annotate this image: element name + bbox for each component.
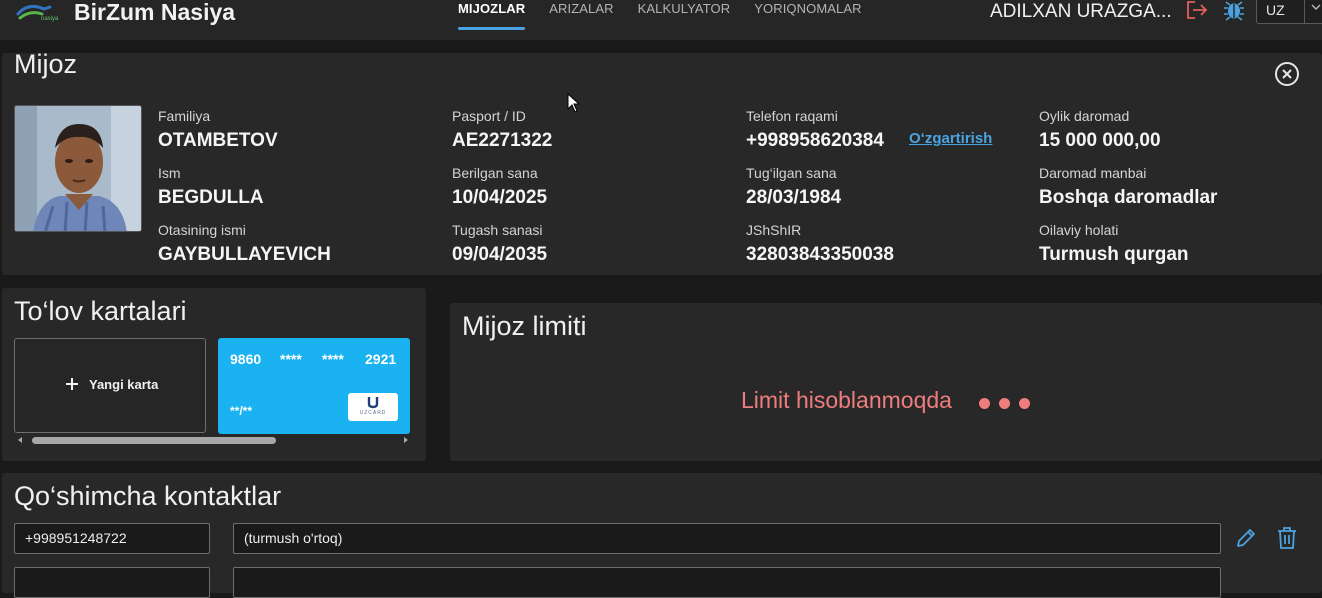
- limit-title: Mijoz limiti: [462, 311, 587, 341]
- field-pasport: Pasport / ID AE2271322: [452, 108, 552, 152]
- logo-caption: nasiya: [41, 16, 59, 22]
- logo[interactable]: nasiya: [14, 0, 59, 26]
- edit-contact-icon[interactable]: [1235, 527, 1257, 549]
- field-value: 32803843350038: [746, 244, 894, 265]
- uzcard-mark-icon: [367, 397, 379, 409]
- field-oylik-daromad: Oylik daromad 15 000 000,00: [1039, 108, 1161, 152]
- field-label: Telefon raqami: [746, 108, 838, 124]
- card-number-group: 2921: [365, 351, 397, 367]
- field-tugilgan-sana: Tug‘ilgan sana 28/03/1984: [746, 165, 841, 209]
- field-familiya: Familiya OTAMBETOV: [158, 108, 278, 152]
- language-value: UZ: [1266, 2, 1285, 18]
- nav-mijozlar[interactable]: MIJOZLAR: [458, 2, 526, 30]
- top-bar: nasiya BirZum Nasiya MIJOZLAR ARIZALAR K…: [0, 0, 1322, 41]
- limit-status: Limit hisoblanmoqda: [741, 387, 952, 413]
- edit-phone-link[interactable]: O‘zgartirish: [909, 130, 992, 147]
- scroll-left-icon[interactable]: [16, 436, 26, 444]
- card-expiry: **/**: [230, 404, 253, 418]
- field-value: OTAMBETOV: [158, 130, 278, 151]
- add-card-button[interactable]: Yangi karta: [14, 338, 206, 433]
- loading-dot: [1019, 398, 1030, 409]
- payment-cards-panel: To‘lov kartalari Yangi karta 9860 **** *…: [2, 288, 426, 461]
- uzcard-wordmark: UZCARD: [359, 410, 387, 416]
- bug-icon[interactable]: [1222, 0, 1246, 22]
- brand-title[interactable]: BirZum Nasiya: [74, 0, 235, 24]
- mouse-cursor-icon: [567, 93, 581, 113]
- contact-note-input[interactable]: [233, 567, 1221, 598]
- language-select[interactable]: UZ: [1256, 0, 1322, 24]
- contact-note-input[interactable]: (turmush o'rtoq): [233, 523, 1221, 554]
- field-value: Turmush qurgan: [1039, 244, 1189, 265]
- client-photo[interactable]: [14, 105, 142, 232]
- field-label: Oilaviy holati: [1039, 222, 1119, 238]
- field-ism: Ism BEGDULLA: [158, 165, 264, 209]
- client-limit-panel: Mijoz limiti Limit hisoblanmoqda: [450, 303, 1322, 461]
- field-label: Otasining ismi: [158, 222, 246, 238]
- field-otasining-ismi: Otasining ismi GAYBULLAYEVICH: [158, 222, 331, 266]
- loading-dot: [979, 398, 990, 409]
- scroll-right-icon[interactable]: [400, 436, 410, 444]
- additional-contacts-panel: Qo‘shimcha kontaktlar +998951248722 (tur…: [2, 473, 1322, 598]
- cards-title: To‘lov kartalari: [14, 296, 187, 326]
- logout-icon[interactable]: [1185, 0, 1209, 20]
- add-card-label: Yangi karta: [89, 377, 159, 392]
- field-label: Tugash sanasi: [452, 222, 543, 238]
- main-nav: MIJOZLAR ARIZALAR KALKULYATOR YORIQNOMAL…: [458, 2, 886, 30]
- field-label: Tug‘ilgan sana: [746, 165, 837, 181]
- contacts-title: Qo‘shimcha kontaktlar: [14, 481, 282, 511]
- field-value: GAYBULLAYEVICH: [158, 244, 331, 265]
- field-jshshir: JShShIR 32803843350038: [746, 222, 894, 266]
- field-label: Berilgan sana: [452, 165, 538, 181]
- nav-yoriqnomalar[interactable]: YORIQNOMALAR: [754, 2, 861, 16]
- plus-icon: [66, 378, 78, 390]
- field-label: Daromad manbai: [1039, 165, 1147, 181]
- close-icon[interactable]: [1274, 61, 1300, 87]
- field-tugash-sanasi: Tugash sanasi 09/04/2035: [452, 222, 547, 266]
- card-number-group: 9860: [230, 351, 262, 367]
- cards-scrollbar[interactable]: [16, 435, 410, 445]
- field-label: Familiya: [158, 108, 211, 124]
- language-divider: [1304, 0, 1305, 23]
- field-daromad-manbai: Daromad manbai Boshqa daromadlar: [1039, 165, 1217, 209]
- payment-card[interactable]: 9860 **** **** 2921 **/** UZCARD: [218, 338, 410, 434]
- field-value: +998958620384: [746, 130, 884, 151]
- card-number-group: ****: [280, 351, 302, 367]
- client-title: Mijoz: [14, 49, 78, 79]
- field-berilgan-sana: Berilgan sana 10/04/2025: [452, 165, 547, 209]
- field-label: Pasport / ID: [452, 108, 526, 124]
- user-name[interactable]: ADILXAN URAZGA...: [990, 1, 1172, 23]
- field-value: 09/04/2035: [452, 244, 548, 265]
- uzcard-logo: UZCARD: [348, 393, 398, 421]
- field-label: JShShIR: [746, 222, 802, 238]
- field-telefon: Telefon raqami +998958620384: [746, 108, 884, 152]
- logo-mark-icon: [16, 4, 52, 20]
- client-panel: Mijoz Familiya OTAMBETOV Ism BEGDULLA Ot…: [2, 49, 1322, 275]
- field-oilaviy-holati: Oilaviy holati Turmush qurgan: [1039, 222, 1189, 266]
- card-number-group: ****: [322, 351, 344, 367]
- nav-arizalar[interactable]: ARIZALAR: [549, 2, 613, 16]
- field-value: AE2271322: [452, 130, 553, 151]
- field-value: Boshqa daromadlar: [1039, 187, 1218, 208]
- field-value: BEGDULLA: [158, 187, 264, 208]
- field-value: 15 000 000,00: [1039, 130, 1161, 151]
- contact-phone-input[interactable]: [14, 567, 210, 598]
- field-value: 10/04/2025: [452, 187, 548, 208]
- delete-contact-icon[interactable]: [1276, 526, 1298, 550]
- nav-kalkulyator[interactable]: KALKULYATOR: [638, 2, 731, 16]
- scroll-thumb[interactable]: [32, 437, 276, 444]
- chevron-down-icon: [1311, 4, 1321, 10]
- loading-dot: [999, 398, 1010, 409]
- contact-phone-input[interactable]: +998951248722: [14, 523, 210, 554]
- field-value: 28/03/1984: [746, 187, 842, 208]
- field-label: Ism: [158, 165, 181, 181]
- field-label: Oylik daromad: [1039, 108, 1130, 124]
